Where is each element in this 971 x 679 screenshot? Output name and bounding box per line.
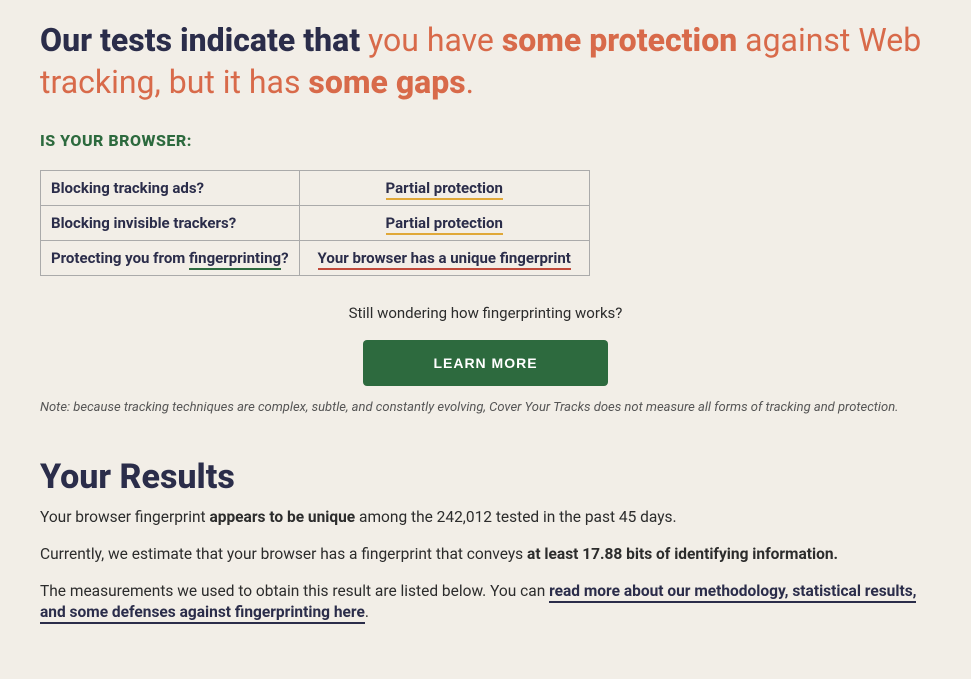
results-p1: Your browser fingerprint appears to be u… [40, 507, 931, 528]
learn-more-button[interactable]: LEARN MORE [363, 340, 607, 386]
results-p3: The measurements we used to obtain this … [40, 581, 931, 623]
p2-b: at least 17.88 bits of identifying infor… [527, 545, 838, 563]
headline-part1: Our tests indicate that [40, 21, 368, 59]
table-row: Protecting you from fingerprinting? Your… [41, 241, 590, 276]
row-value-cell: Your browser has a unique fingerprint [299, 241, 589, 276]
p2-a: Currently, we estimate that your browser… [40, 545, 527, 563]
results-title: Your Results [40, 457, 931, 497]
headline-part6: . [466, 63, 474, 101]
note-text: Note: because tracking techniques are co… [40, 400, 931, 417]
headline: Our tests indicate that you have some pr… [40, 20, 931, 103]
row-label-post: ? [281, 249, 288, 267]
table-row: Blocking tracking ads? Partial protectio… [41, 171, 590, 206]
row-value-cell: Partial protection [299, 171, 589, 206]
row-label-pre: Protecting you from [51, 249, 189, 267]
sub-heading: IS YOUR BROWSER: [40, 131, 931, 150]
p1-b: appears to be unique [209, 508, 355, 526]
status-table: Blocking tracking ads? Partial protectio… [40, 170, 590, 276]
p3-a: The measurements we used to obtain this … [40, 582, 549, 600]
row-value: Partial protection [386, 214, 503, 235]
button-row: LEARN MORE [40, 340, 931, 386]
p1-c: among the 242,012 tested in the past 45 … [355, 508, 676, 526]
results-p2: Currently, we estimate that your browser… [40, 544, 931, 565]
row-label-cell: Protecting you from fingerprinting? [41, 241, 300, 276]
row-value: Your browser has a unique fingerprint [318, 249, 571, 270]
headline-part2: you have [368, 21, 502, 59]
row-value-cell: Partial protection [299, 206, 589, 241]
row-label: Blocking tracking ads? [41, 171, 300, 206]
row-value: Partial protection [386, 179, 503, 200]
headline-part5: some gaps [308, 63, 465, 101]
headline-part3: some protection [502, 21, 737, 59]
p1-a: Your browser fingerprint [40, 508, 209, 526]
p3-b: . [365, 603, 369, 621]
fingerprinting-link[interactable]: fingerprinting [189, 249, 281, 270]
wondering-text: Still wondering how fingerprinting works… [40, 304, 931, 322]
table-row: Blocking invisible trackers? Partial pro… [41, 206, 590, 241]
row-label: Blocking invisible trackers? [41, 206, 300, 241]
